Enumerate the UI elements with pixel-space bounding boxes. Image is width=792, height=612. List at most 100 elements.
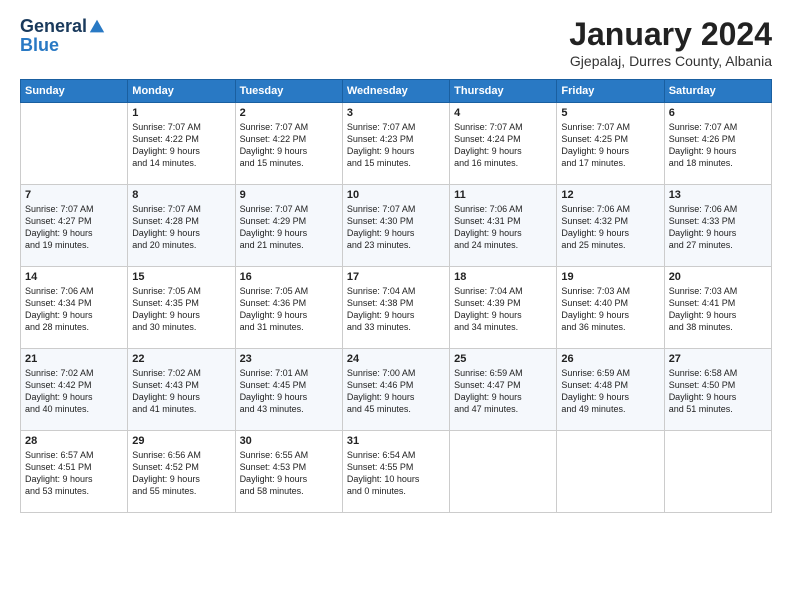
day-number: 14 [25,271,123,283]
table-row: 23 Sunrise: 7:01 AM Sunset: 4:45 PM Dayli… [235,349,342,431]
day-info: Sunrise: 7:07 AM Sunset: 4:23 PM Dayligh… [347,121,445,170]
day-number: 11 [454,189,552,201]
table-row: 28 Sunrise: 6:57 AM Sunset: 4:51 PM Dayli… [21,431,128,513]
table-row: 16 Sunrise: 7:05 AM Sunset: 4:36 PM Dayli… [235,267,342,349]
table-row [557,431,664,513]
col-header-monday: Monday [128,80,235,103]
table-row: 5 Sunrise: 7:07 AM Sunset: 4:25 PM Daylig… [557,103,664,185]
table-row: 6 Sunrise: 7:07 AM Sunset: 4:26 PM Daylig… [664,103,771,185]
day-number: 6 [669,107,767,119]
day-info: Sunrise: 7:07 AM Sunset: 4:29 PM Dayligh… [240,203,338,252]
table-row: 14 Sunrise: 7:06 AM Sunset: 4:34 PM Dayli… [21,267,128,349]
day-number: 4 [454,107,552,119]
day-info: Sunrise: 7:06 AM Sunset: 4:32 PM Dayligh… [561,203,659,252]
day-info: Sunrise: 7:07 AM Sunset: 4:24 PM Dayligh… [454,121,552,170]
logo-icon [88,18,106,36]
col-header-friday: Friday [557,80,664,103]
day-info: Sunrise: 7:02 AM Sunset: 4:42 PM Dayligh… [25,367,123,416]
day-info: Sunrise: 7:07 AM Sunset: 4:30 PM Dayligh… [347,203,445,252]
day-info: Sunrise: 7:06 AM Sunset: 4:33 PM Dayligh… [669,203,767,252]
day-info: Sunrise: 7:05 AM Sunset: 4:35 PM Dayligh… [132,285,230,334]
table-row: 24 Sunrise: 7:00 AM Sunset: 4:46 PM Dayli… [342,349,449,431]
day-number: 1 [132,107,230,119]
logo: General Blue [20,16,106,56]
day-info: Sunrise: 7:05 AM Sunset: 4:36 PM Dayligh… [240,285,338,334]
table-row: 1 Sunrise: 7:07 AM Sunset: 4:22 PM Daylig… [128,103,235,185]
table-row: 25Sunrise: 6:59 AM Sunset: 4:47 PM Dayli… [450,349,557,431]
day-info: Sunrise: 7:07 AM Sunset: 4:22 PM Dayligh… [240,121,338,170]
table-row: 2Sunrise: 7:07 AM Sunset: 4:22 PM Daylig… [235,103,342,185]
day-info: Sunrise: 6:55 AM Sunset: 4:53 PM Dayligh… [240,449,338,498]
table-row: 9 Sunrise: 7:07 AM Sunset: 4:29 PM Daylig… [235,185,342,267]
table-row: 7 Sunrise: 7:07 AM Sunset: 4:27 PM Daylig… [21,185,128,267]
table-row: 3 Sunrise: 7:07 AM Sunset: 4:23 PM Daylig… [342,103,449,185]
day-number: 23 [240,353,338,365]
month-title: January 2024 [569,16,772,53]
day-number: 18 [454,271,552,283]
table-row [21,103,128,185]
day-number: 20 [669,271,767,283]
table-row: 13 Sunrise: 7:06 AM Sunset: 4:33 PM Dayli… [664,185,771,267]
day-info: Sunrise: 7:03 AM Sunset: 4:40 PM Dayligh… [561,285,659,334]
day-number: 8 [132,189,230,201]
day-info: Sunrise: 7:07 AM Sunset: 4:22 PM Dayligh… [132,121,230,170]
day-info: Sunrise: 7:06 AM Sunset: 4:31 PM Dayligh… [454,203,552,252]
day-number: 3 [347,107,445,119]
day-number: 27 [669,353,767,365]
day-number: 30 [240,435,338,447]
location-subtitle: Gjepalaj, Durres County, Albania [569,53,772,69]
day-number: 9 [240,189,338,201]
table-row: 26 Sunrise: 6:59 AM Sunset: 4:48 PM Dayli… [557,349,664,431]
title-block: January 2024 Gjepalaj, Durres County, Al… [569,16,772,69]
table-row: 18Sunrise: 7:04 AM Sunset: 4:39 PM Dayli… [450,267,557,349]
table-row: 4 Sunrise: 7:07 AM Sunset: 4:24 PM Daylig… [450,103,557,185]
table-row: 29 Sunrise: 6:56 AM Sunset: 4:52 PM Dayli… [128,431,235,513]
day-number: 24 [347,353,445,365]
day-info: Sunrise: 7:07 AM Sunset: 4:25 PM Dayligh… [561,121,659,170]
day-number: 26 [561,353,659,365]
table-row: 19Sunrise: 7:03 AM Sunset: 4:40 PM Dayli… [557,267,664,349]
logo-general-text: General [20,16,87,37]
calendar-table: SundayMondayTuesdayWednesdayThursdayFrid… [20,79,772,513]
table-row: 10Sunrise: 7:07 AM Sunset: 4:30 PM Dayli… [342,185,449,267]
table-row: 17Sunrise: 7:04 AM Sunset: 4:38 PM Dayli… [342,267,449,349]
day-number: 21 [25,353,123,365]
day-info: Sunrise: 7:03 AM Sunset: 4:41 PM Dayligh… [669,285,767,334]
table-row: 15 Sunrise: 7:05 AM Sunset: 4:35 PM Dayli… [128,267,235,349]
logo-blue-text: Blue [20,35,59,56]
table-row [450,431,557,513]
day-number: 13 [669,189,767,201]
day-info: Sunrise: 6:54 AM Sunset: 4:55 PM Dayligh… [347,449,445,498]
day-info: Sunrise: 7:07 AM Sunset: 4:26 PM Dayligh… [669,121,767,170]
day-info: Sunrise: 6:58 AM Sunset: 4:50 PM Dayligh… [669,367,767,416]
day-number: 22 [132,353,230,365]
day-info: Sunrise: 7:06 AM Sunset: 4:34 PM Dayligh… [25,285,123,334]
day-info: Sunrise: 7:07 AM Sunset: 4:27 PM Dayligh… [25,203,123,252]
col-header-sunday: Sunday [21,80,128,103]
col-header-thursday: Thursday [450,80,557,103]
day-number: 29 [132,435,230,447]
table-row [664,431,771,513]
day-info: Sunrise: 6:59 AM Sunset: 4:47 PM Dayligh… [454,367,552,416]
day-info: Sunrise: 6:56 AM Sunset: 4:52 PM Dayligh… [132,449,230,498]
table-row: 20 Sunrise: 7:03 AM Sunset: 4:41 PM Dayli… [664,267,771,349]
day-number: 7 [25,189,123,201]
day-number: 17 [347,271,445,283]
table-row: 8Sunrise: 7:07 AM Sunset: 4:28 PM Daylig… [128,185,235,267]
day-number: 5 [561,107,659,119]
day-info: Sunrise: 7:01 AM Sunset: 4:45 PM Dayligh… [240,367,338,416]
col-header-saturday: Saturday [664,80,771,103]
day-info: Sunrise: 7:00 AM Sunset: 4:46 PM Dayligh… [347,367,445,416]
table-row: 27 Sunrise: 6:58 AM Sunset: 4:50 PM Dayli… [664,349,771,431]
day-info: Sunrise: 6:59 AM Sunset: 4:48 PM Dayligh… [561,367,659,416]
table-row: 21 Sunrise: 7:02 AM Sunset: 4:42 PM Dayli… [21,349,128,431]
col-header-wednesday: Wednesday [342,80,449,103]
day-info: Sunrise: 7:02 AM Sunset: 4:43 PM Dayligh… [132,367,230,416]
day-number: 28 [25,435,123,447]
day-number: 15 [132,271,230,283]
day-number: 12 [561,189,659,201]
day-info: Sunrise: 6:57 AM Sunset: 4:51 PM Dayligh… [25,449,123,498]
col-header-tuesday: Tuesday [235,80,342,103]
day-number: 16 [240,271,338,283]
table-row: 30 Sunrise: 6:55 AM Sunset: 4:53 PM Dayli… [235,431,342,513]
